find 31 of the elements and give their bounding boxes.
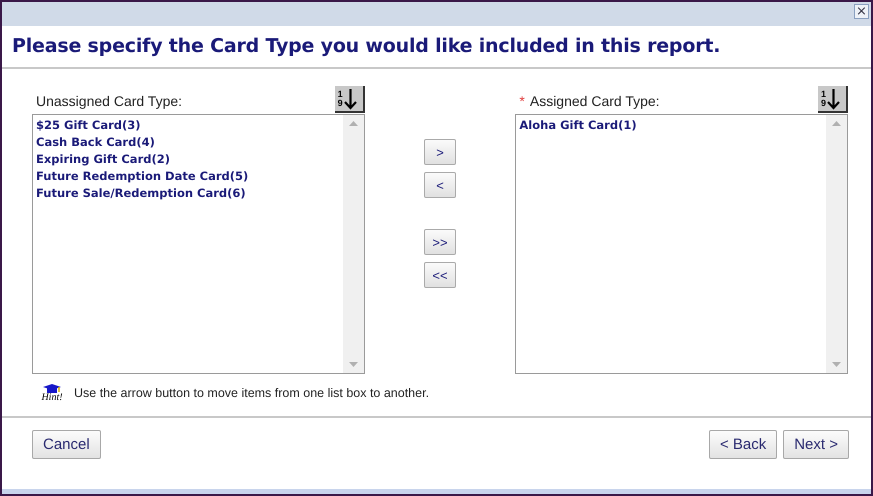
nav-button[interactable]: < Back	[708, 430, 778, 459]
scroll-down-icon[interactable]	[832, 362, 841, 367]
scroll-up-icon[interactable]	[348, 121, 358, 126]
list-item[interactable]: Aloha Gift Card(1)	[518, 117, 638, 134]
sort-button[interactable]: 1 9	[818, 86, 848, 113]
required-mark: *	[519, 93, 525, 109]
scrollbar[interactable]	[826, 115, 847, 373]
move-button[interactable]: >>	[424, 229, 456, 255]
sort-button[interactable]: 1 9	[334, 86, 365, 113]
list-item[interactable]: Future Sale/Redemption Card(6)	[35, 185, 247, 202]
dialog-title: Please specify the Card Type you would like included in this report.	[2, 26, 871, 69]
hint-text: Use the arrow button to move items from one list box to another.	[74, 386, 430, 400]
list-box[interactable]: $25 Gift Card(3) Cash Back Card(4) Expiring Gift Card(2) Future Redemption Date Card(5) Future Sale/Redemption Card(6)	[32, 114, 365, 374]
move-button[interactable]: >	[424, 139, 456, 165]
list-label: Unassigned Card Type:	[36, 93, 182, 109]
close-button[interactable]: ×	[854, 4, 869, 19]
list-item[interactable]: Future Redemption Date Card(5)	[35, 168, 250, 185]
move-button[interactable]: <<	[424, 262, 456, 288]
list-item[interactable]: $25 Gift Card(3)	[35, 117, 142, 134]
down-arrow-icon	[344, 88, 357, 110]
scroll-down-icon[interactable]	[348, 362, 358, 367]
cancel-button[interactable]: Cancel	[32, 430, 101, 459]
down-arrow-icon	[827, 88, 840, 110]
move-button[interactable]: <	[424, 172, 456, 198]
list-item[interactable]: Expiring Gift Card(2)	[35, 151, 171, 168]
scrollbar[interactable]	[342, 115, 364, 373]
list-box[interactable]: Aloha Gift Card(1)	[515, 114, 848, 374]
scroll-up-icon[interactable]	[832, 121, 841, 126]
list-item[interactable]: Cash Back Card(4)	[35, 134, 156, 151]
list-label: Assigned Card Type:	[530, 93, 660, 109]
nav-button[interactable]: Next >	[783, 430, 849, 459]
